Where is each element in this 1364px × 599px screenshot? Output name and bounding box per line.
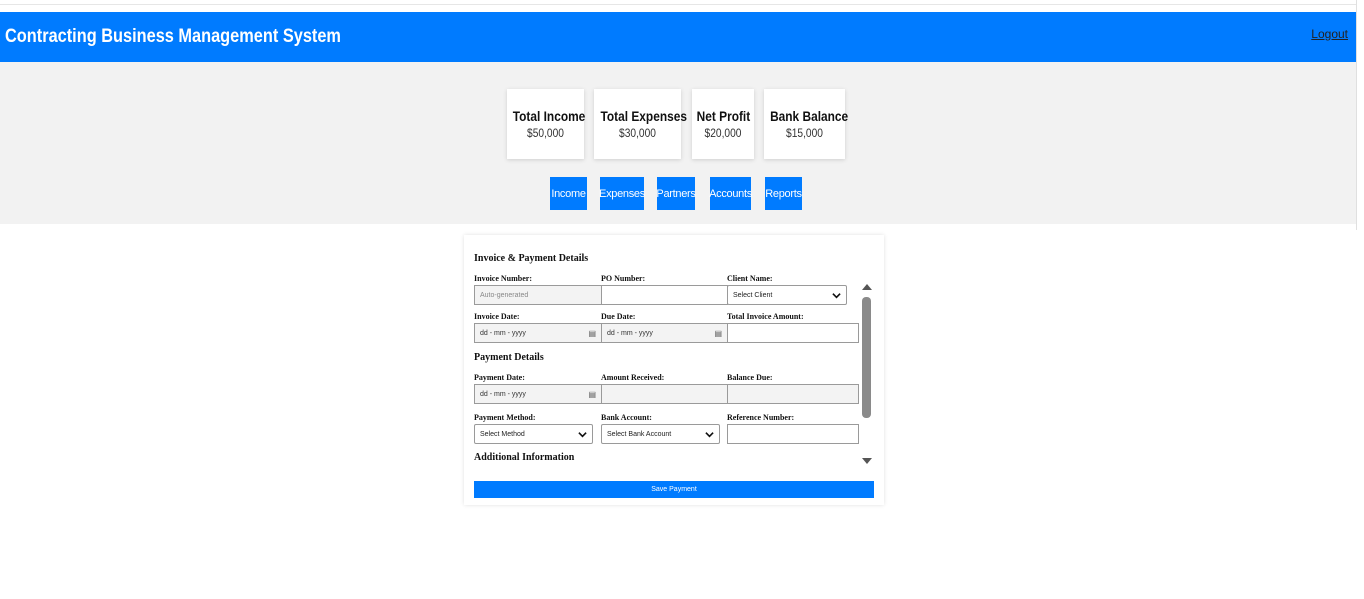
page-scrollbar-edge <box>1356 0 1364 230</box>
due-date-input[interactable]: dd - mm - yyyy ▤ <box>601 323 728 343</box>
nav-accounts-button[interactable]: Accounts <box>709 177 752 210</box>
stat-label: Bank Balance <box>770 108 849 124</box>
stat-value: $20,000 <box>704 126 742 140</box>
stat-card-total-income: Total Income $50,000 <box>507 89 586 159</box>
date-placeholder: dd - mm - yyyy <box>607 329 653 337</box>
nav-partners-button[interactable]: Partners <box>656 177 696 210</box>
chevron-down-icon <box>832 292 841 298</box>
nav-reports-button[interactable]: Reports <box>765 177 802 210</box>
stat-card-bank-balance: Bank Balance $15,000 <box>764 89 849 159</box>
balance-due-label: Balance Due: <box>727 373 773 382</box>
client-name-select[interactable]: Select Client <box>727 285 847 305</box>
payment-date-input[interactable]: dd - mm - yyyy ▤ <box>474 384 602 404</box>
bank-account-label: Bank Account: <box>601 413 652 422</box>
stat-value: $15,000 <box>786 126 823 140</box>
stat-label: Total Income <box>512 108 586 124</box>
scrollbar-thumb[interactable] <box>862 297 871 418</box>
nav-income-button[interactable]: Income <box>550 177 587 210</box>
section-heading-additional: Additional Information <box>474 452 575 463</box>
invoice-date-input[interactable]: dd - mm - yyyy ▤ <box>474 323 602 343</box>
po-number-input[interactable] <box>601 285 728 305</box>
amount-received-input[interactable] <box>601 384 728 404</box>
invoice-number-label: Invoice Number: <box>474 274 532 283</box>
date-placeholder: dd - mm - yyyy <box>480 390 526 398</box>
payment-method-select[interactable]: Select Method <box>474 424 593 444</box>
stat-label: Net Profit <box>696 108 751 124</box>
client-name-label: Client Name: <box>727 274 773 283</box>
payment-method-value: Select Method <box>480 430 525 438</box>
scroll-down-arrow-icon[interactable] <box>862 458 872 464</box>
date-placeholder: dd - mm - yyyy <box>480 329 526 337</box>
form-scroll-area[interactable]: Invoice & Payment Details Invoice Number… <box>474 247 874 474</box>
stats-row: Total Income $50,000 Total Expenses $30,… <box>0 89 1356 159</box>
section-heading-invoice: Invoice & Payment Details <box>474 253 589 264</box>
form-scrollbar[interactable] <box>861 280 873 466</box>
reference-number-label: Reference Number: <box>727 413 795 422</box>
due-date-label: Due Date: <box>601 312 636 321</box>
total-invoice-amount-label: Total Invoice Amount: <box>727 312 804 321</box>
calendar-icon[interactable]: ▤ <box>714 329 722 338</box>
stat-label: Total Expenses <box>600 108 687 124</box>
nav-expenses-button[interactable]: Expenses <box>599 177 645 210</box>
invoice-date-label: Invoice Date: <box>474 312 520 321</box>
reference-number-input[interactable] <box>727 424 859 444</box>
app-title: Contracting Business Management System <box>5 26 341 47</box>
stat-value: $50,000 <box>527 126 564 140</box>
browser-top-edge <box>0 0 1356 5</box>
payment-method-label: Payment Method: <box>474 413 536 422</box>
bank-account-value: Select Bank Account <box>607 430 672 438</box>
stat-card-total-expenses: Total Expenses $30,000 <box>594 89 687 159</box>
client-select-value: Select Client <box>733 291 773 299</box>
bank-account-select[interactable]: Select Bank Account <box>601 424 720 444</box>
invoice-number-placeholder: Auto-generated <box>480 291 529 299</box>
chevron-down-icon <box>705 431 714 437</box>
stat-value: $30,000 <box>619 126 656 140</box>
total-invoice-amount-input[interactable] <box>727 323 859 343</box>
scroll-up-arrow-icon[interactable] <box>862 284 872 290</box>
stat-card-net-profit: Net Profit $20,000 <box>692 89 754 159</box>
logout-link[interactable]: Logout <box>1311 27 1348 41</box>
chevron-down-icon <box>578 431 587 437</box>
amount-received-label: Amount Received: <box>601 373 665 382</box>
calendar-icon[interactable]: ▤ <box>588 390 596 399</box>
calendar-icon[interactable]: ▤ <box>588 329 596 338</box>
balance-due-input[interactable] <box>727 384 859 404</box>
payment-form-card: Invoice & Payment Details Invoice Number… <box>464 235 884 505</box>
payment-date-label: Payment Date: <box>474 373 525 382</box>
save-payment-button[interactable]: Save Payment <box>474 481 874 498</box>
po-number-label: PO Number: <box>601 274 646 283</box>
section-heading-payment: Payment Details <box>474 352 544 363</box>
app-header: Contracting Business Management System L… <box>0 12 1356 62</box>
invoice-number-input[interactable]: Auto-generated <box>474 285 602 305</box>
